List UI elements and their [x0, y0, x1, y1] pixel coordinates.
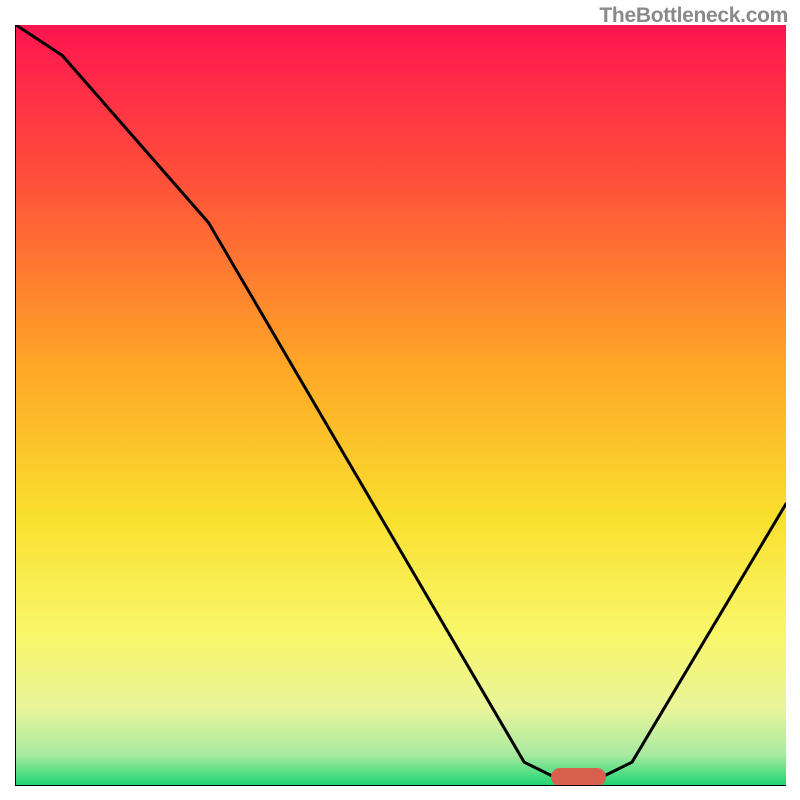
bottleneck-chart: TheBottleneck.com — [0, 0, 800, 800]
plot-area — [15, 25, 786, 786]
curve-layer — [16, 25, 786, 785]
optimum-marker — [551, 768, 606, 786]
bottleneck-curve-path — [16, 25, 786, 777]
